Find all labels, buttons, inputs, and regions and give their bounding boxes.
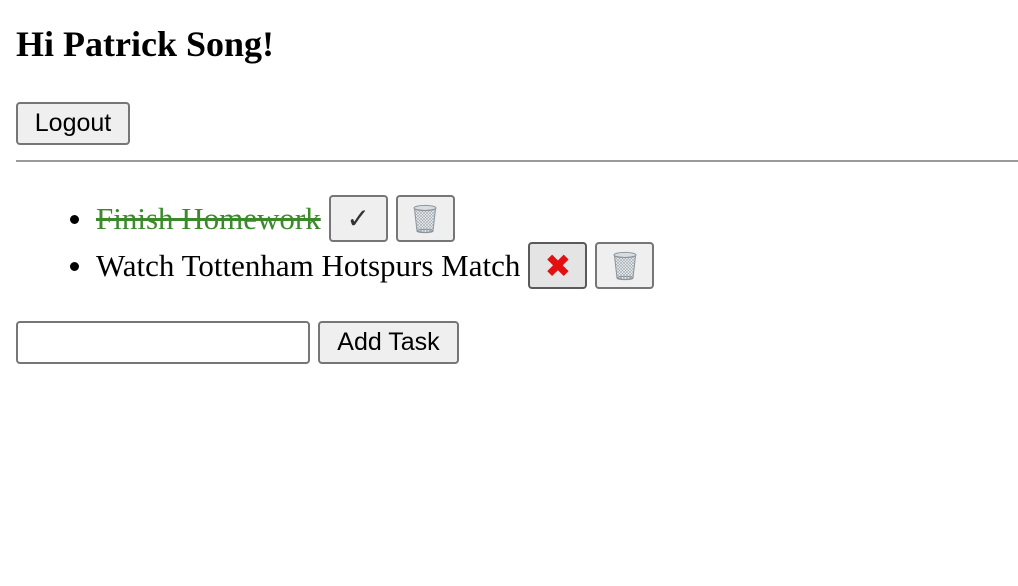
trash-icon [613, 251, 637, 280]
bullet-icon [70, 214, 79, 224]
trash-icon [413, 204, 437, 233]
bullet-icon [70, 261, 79, 271]
new-task-input[interactable] [16, 321, 310, 364]
task-title: Watch Tottenham Hotspurs Match [96, 247, 521, 283]
task-title: Finish Homework [96, 200, 321, 236]
logout-button[interactable]: Logout [16, 102, 130, 145]
task-item: Finish Homework ✓ [70, 195, 1018, 242]
task-list: Finish Homework ✓ Watch Tottenham Hotspu… [16, 195, 1018, 289]
toggle-complete-button[interactable]: ✓ [328, 195, 388, 242]
delete-task-button[interactable] [395, 195, 455, 242]
add-task-form: Add Task [16, 321, 1018, 364]
task-item: Watch Tottenham Hotspurs Match ✖ [70, 242, 1018, 289]
check-icon: ✓ [346, 201, 370, 235]
todo-page: Hi Patrick Song! Logout Finish Homework … [0, 0, 1018, 364]
divider [16, 160, 1018, 162]
cross-icon: ✖ [544, 246, 572, 285]
add-task-button[interactable]: Add Task [318, 321, 459, 364]
delete-task-button[interactable] [595, 242, 655, 289]
greeting-heading: Hi Patrick Song! [16, 24, 274, 64]
toggle-complete-button[interactable]: ✖ [528, 242, 588, 289]
